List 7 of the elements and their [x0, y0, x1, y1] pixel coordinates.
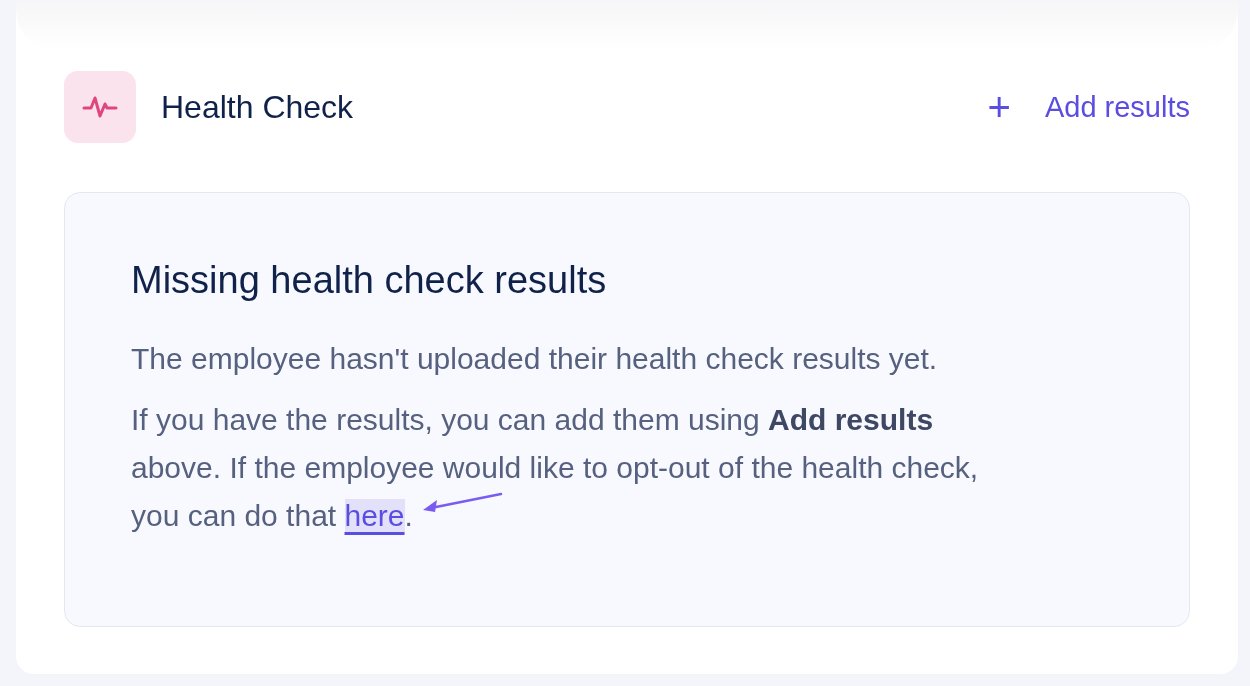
- section-title: Health Check: [161, 88, 355, 126]
- notice-heading: Missing health check results: [131, 258, 608, 303]
- opt-out-link[interactable]: here: [344, 499, 405, 532]
- heartbeat-icon: [64, 71, 136, 143]
- notice-text: The employee hasn't uploaded their health check results yet.: [131, 341, 939, 377]
- add-results-button[interactable]: + Add results: [987, 87, 1190, 127]
- notice-text: If you have the results, you can add them using Add results above. If the employee would like to opt-out of the health check, you can do that here.: [131, 402, 980, 534]
